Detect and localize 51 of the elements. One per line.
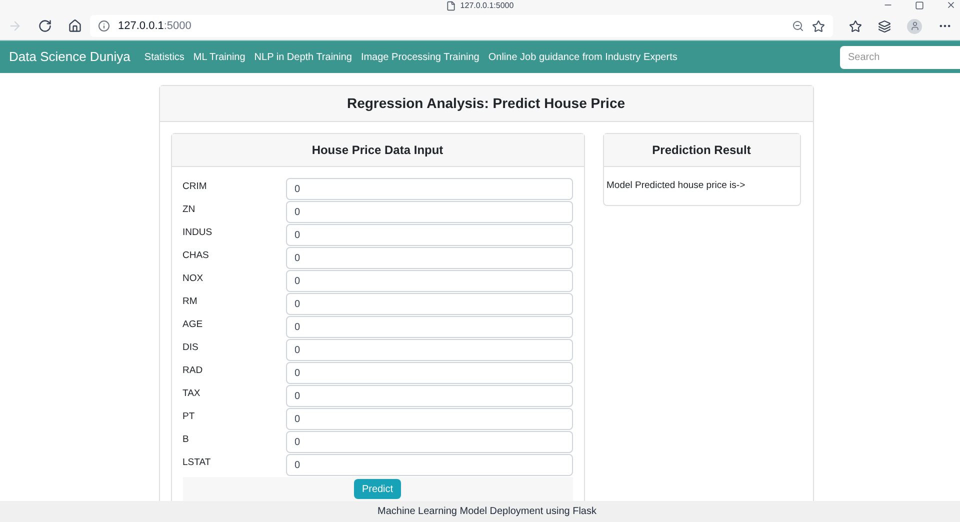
input-field[interactable]: 0 (286, 408, 572, 430)
result-text: Model Predicted house price is-> (606, 178, 746, 193)
input-field[interactable]: 0 (286, 385, 572, 407)
home-icon[interactable] (68, 19, 82, 33)
page-title: Regression Analysis: Predict House Price (346, 94, 626, 113)
close-icon[interactable] (946, 0, 956, 10)
field-label: PT (182, 410, 196, 424)
input-field[interactable]: 0 (286, 247, 572, 269)
input-field[interactable]: 0 (286, 431, 572, 453)
field-label: AGE (182, 318, 204, 332)
field-label: RAD (182, 364, 204, 378)
nav-link[interactable]: Image Processing Training (360, 50, 480, 64)
address-bar[interactable]: 127.0.0.1:5000 (90, 15, 833, 37)
field-label: DIS (182, 341, 200, 355)
nav-link[interactable]: Online Job guidance from Industry Experts (488, 50, 678, 64)
field-label: CHAS (182, 249, 210, 263)
page-icon (446, 1, 456, 11)
input-field[interactable]: 0 (286, 224, 572, 246)
field-label: B (182, 433, 190, 447)
footer-text: Machine Learning Model Deployment using Flask (377, 505, 596, 519)
field-label: TAX (182, 387, 202, 401)
field-label: RM (182, 295, 198, 309)
nav-link[interactable]: NLP in Depth Training (254, 50, 352, 64)
input-field[interactable]: 0 (286, 201, 572, 223)
input-field[interactable]: 0 (286, 316, 572, 338)
field-label: ZN (182, 203, 196, 217)
input-field[interactable]: 0 (286, 362, 572, 384)
input-field[interactable]: 0 (286, 339, 572, 361)
reload-icon[interactable] (38, 19, 52, 33)
input-field[interactable]: 0 (286, 270, 572, 292)
field-label: NOX (182, 272, 204, 286)
search-field[interactable]: Search (840, 46, 960, 68)
nav-link[interactable]: ML Training (193, 50, 246, 64)
card-title: House Price Data Input (312, 142, 444, 159)
input-field[interactable]: 0 (286, 454, 572, 476)
tab-title: 127.0.0.1:5000 (460, 0, 514, 12)
card-title: Prediction Result (652, 142, 751, 159)
field-label: LSTAT (182, 456, 212, 470)
favorite-icon[interactable] (812, 20, 825, 32)
profile-icon[interactable] (907, 18, 922, 34)
brand-link[interactable]: Data Science Duniya (9, 47, 130, 67)
field-label: INDUS (182, 226, 214, 240)
restore-icon[interactable] (915, 0, 924, 10)
zoom-icon[interactable] (792, 20, 804, 32)
input-field[interactable]: 0 (286, 178, 572, 200)
input-field[interactable]: 0 (286, 293, 572, 315)
info-icon[interactable] (98, 20, 110, 32)
nav-link[interactable]: Statistics (144, 50, 184, 64)
favorites-icon[interactable] (849, 20, 862, 32)
url-text: 127.0.0.1:5000 (118, 18, 192, 34)
field-label: CRIM (182, 180, 208, 194)
